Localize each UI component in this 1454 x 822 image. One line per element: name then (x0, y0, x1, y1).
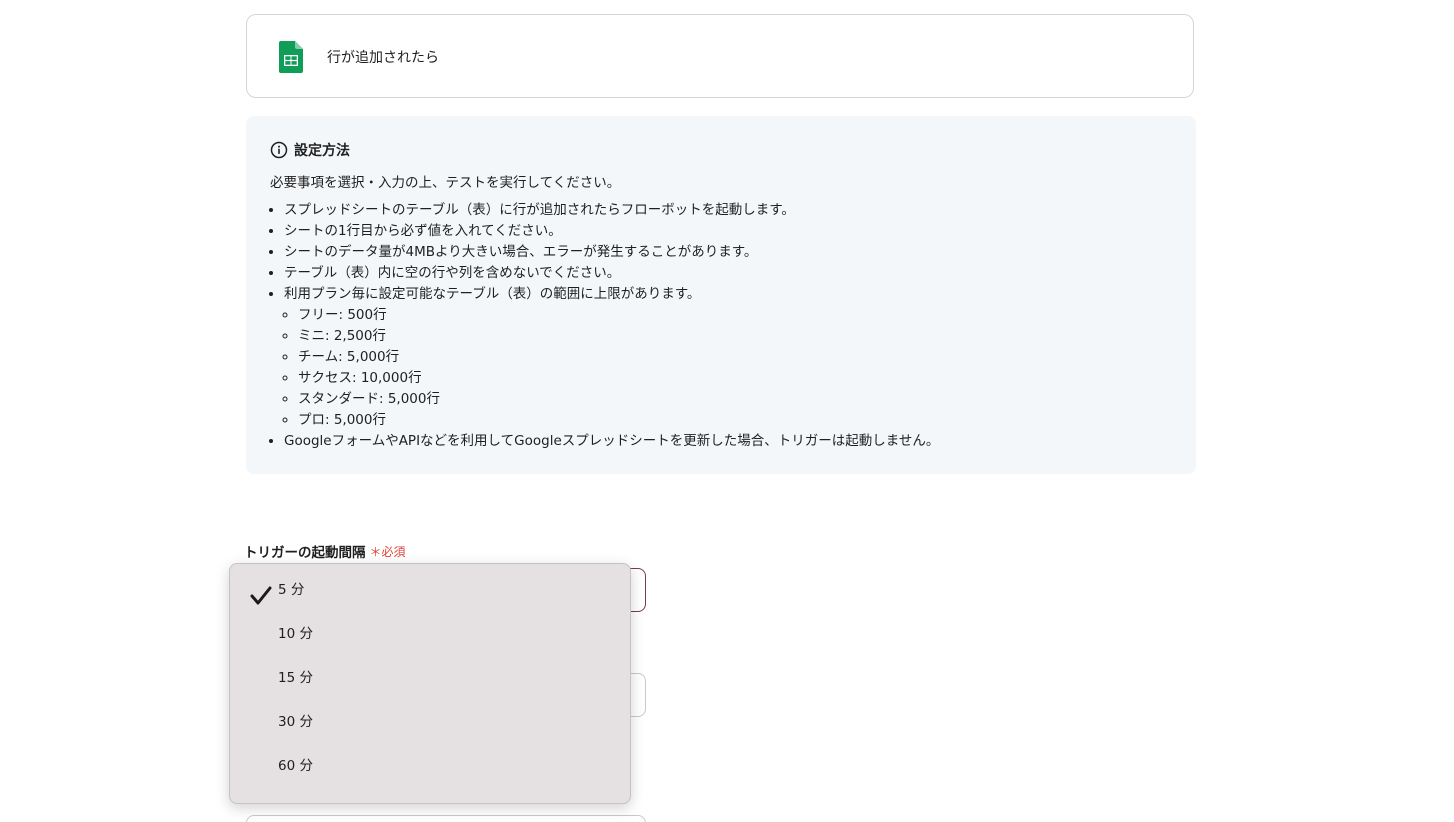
plan-limits-list: フリー: 500行 ミニ: 2,500行 チーム: 5,000行 サクセス: 1… (284, 305, 939, 431)
checkmark-icon (250, 586, 272, 606)
info-list: スプレッドシートのテーブル（表）に行が追加されたらフローボットを起動します。 シ… (270, 200, 939, 452)
select-field[interactable] (246, 815, 646, 822)
page: 行が追加されたら 設定方法 必要事項を選択・入力の上、テストを実行してください。… (0, 0, 1454, 822)
dropdown-option-5min[interactable]: 5 分 (230, 564, 630, 608)
required-badge: ＊必須 (370, 543, 406, 560)
plan-limit-item: チーム: 5,000行 (298, 347, 939, 368)
list-item: スプレッドシートのテーブル（表）に行が追加されたらフローボットを起動します。 (284, 200, 939, 221)
dropdown-option-60min[interactable]: 60 分 (230, 740, 630, 784)
info-heading: 設定方法 (294, 143, 350, 159)
dropdown-option-15min[interactable]: 15 分 (230, 652, 630, 696)
google-sheets-icon (279, 41, 303, 73)
dropdown-option-30min[interactable]: 30 分 (230, 696, 630, 740)
plan-limit-item: ミニ: 2,500行 (298, 326, 939, 347)
list-item: シートの1行目から必ず値を入れてください。 (284, 221, 939, 242)
option-label: 10 分 (278, 626, 313, 642)
plan-limit-item: サクセス: 10,000行 (298, 368, 939, 389)
option-label: 15 分 (278, 670, 313, 686)
list-item: テーブル（表）内に空の行や列を含めないでください。 (284, 263, 939, 284)
interval-dropdown-menu: 5 分 10 分 15 分 30 分 60 分 (229, 563, 631, 804)
required-label: 必須 (381, 544, 406, 559)
list-item: GoogleフォームやAPIなどを利用してGoogleスプレッドシートを更新した… (284, 431, 939, 452)
field-label-text: トリガーの起動間隔 (244, 545, 366, 561)
info-intro: 必要事項を選択・入力の上、テストを実行してください。 (270, 175, 621, 191)
trigger-title: 行が追加されたら (327, 50, 439, 66)
setup-info-box: 設定方法 必要事項を選択・入力の上、テストを実行してください。 スプレッドシート… (246, 116, 1196, 474)
plan-limit-item: フリー: 500行 (298, 305, 939, 326)
option-label: 60 分 (278, 758, 313, 774)
plan-limit-item: スタンダード: 5,000行 (298, 389, 939, 410)
plan-limit-item: プロ: 5,000行 (298, 410, 939, 431)
info-header: 設定方法 (270, 140, 350, 160)
list-item-text: 利用プラン毎に設定可能なテーブル（表）の範囲に上限があります。 (284, 286, 701, 302)
trigger-card[interactable]: 行が追加されたら (246, 14, 1194, 98)
list-item: 利用プラン毎に設定可能なテーブル（表）の範囲に上限があります。 フリー: 500… (284, 284, 939, 431)
option-label: 5 分 (278, 582, 305, 598)
trigger-interval-label: トリガーの起動間隔 ＊必須 (244, 541, 406, 562)
dropdown-option-10min[interactable]: 10 分 (230, 608, 630, 652)
required-asterisk: ＊ (369, 544, 382, 559)
info-circle-icon (270, 141, 288, 159)
list-item: シートのデータ量が4MBより大きい場合、エラーが発生することがあります。 (284, 242, 939, 263)
option-label: 30 分 (278, 714, 313, 730)
